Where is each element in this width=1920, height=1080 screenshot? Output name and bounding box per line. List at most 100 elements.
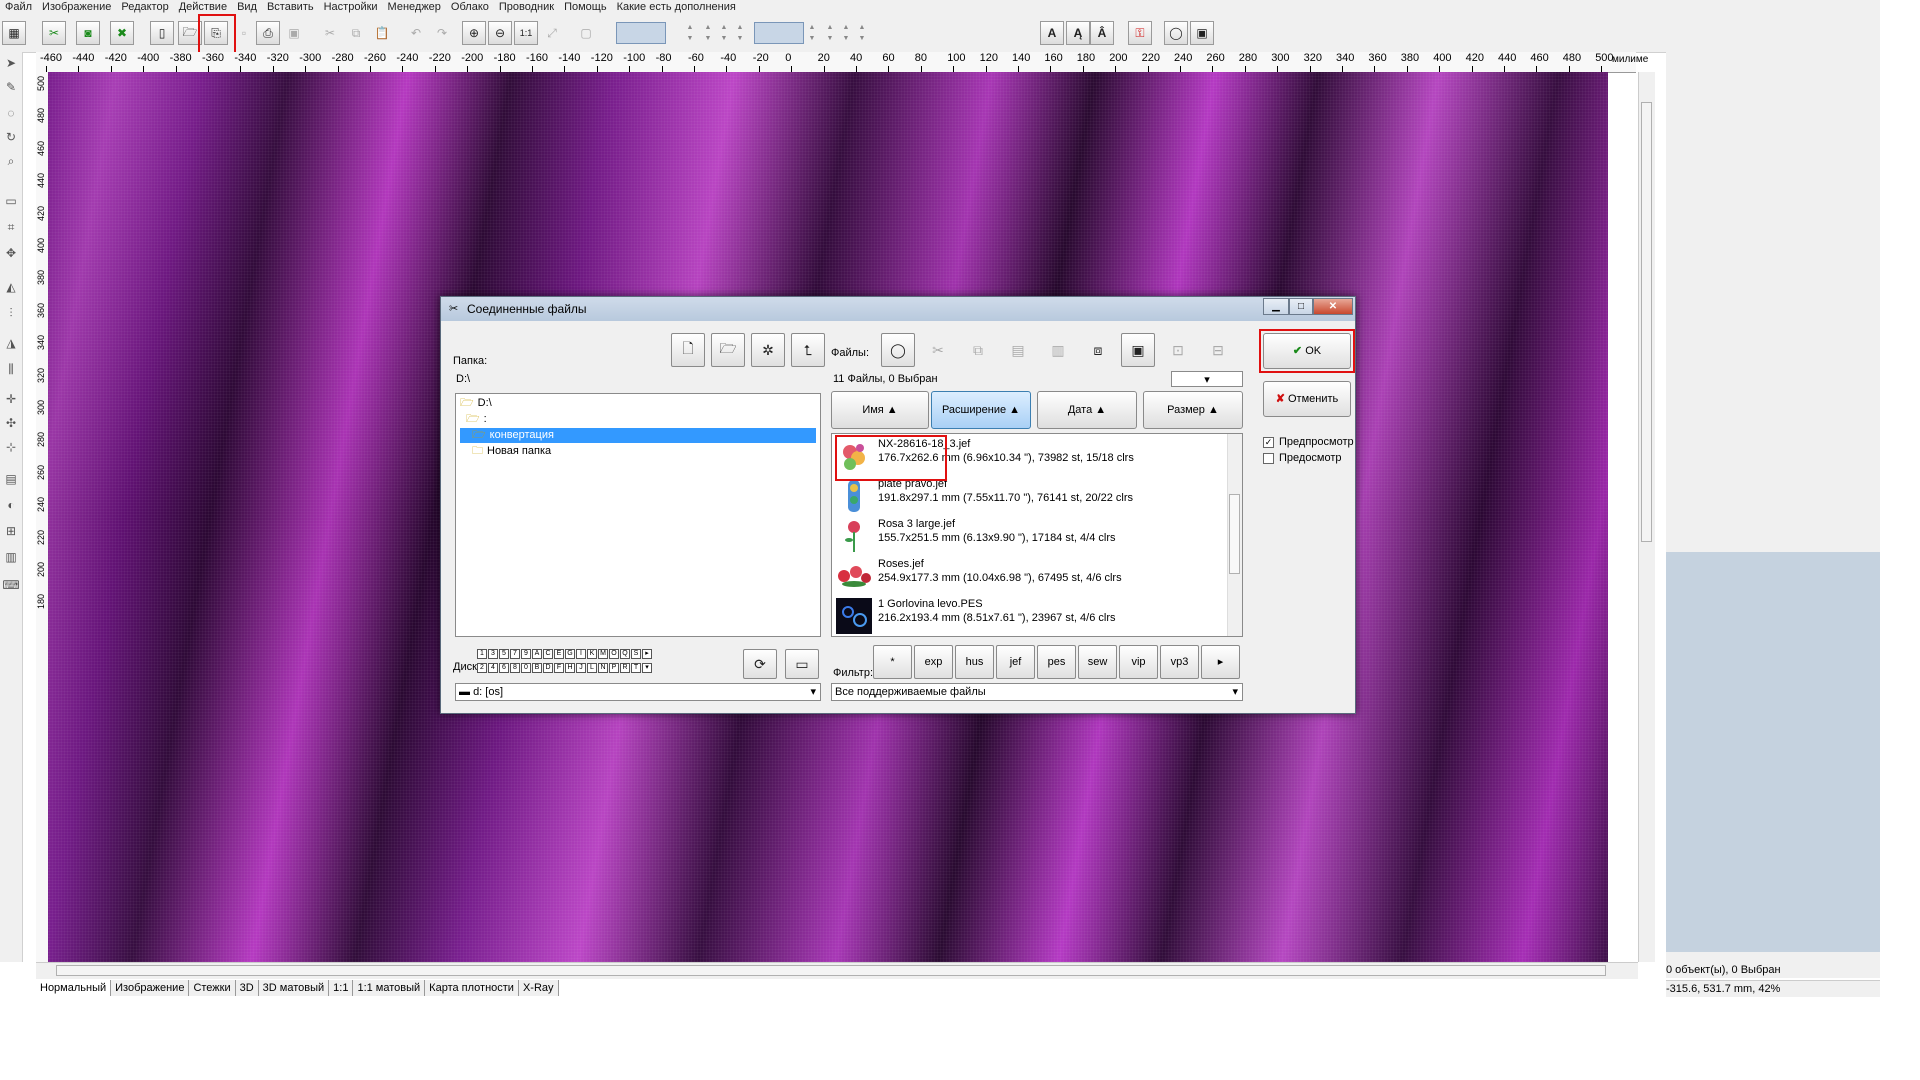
tool-3-button[interactable]: ✖ (110, 21, 134, 45)
drive-key[interactable]: C (543, 649, 553, 659)
menu-editor[interactable]: Редактор (116, 0, 173, 14)
drive-key[interactable]: 7 (510, 649, 520, 659)
height-spinner-3[interactable]: ▲ ▼ (842, 22, 850, 44)
drive-key[interactable]: H (565, 663, 575, 673)
tab-density-map[interactable]: Карта плотности (425, 980, 519, 996)
menu-view[interactable]: Вид (232, 0, 262, 14)
width-spinner-2[interactable]: ▲ ▼ (704, 22, 712, 44)
drive-key[interactable]: 0 (521, 663, 531, 673)
text-2-button[interactable]: Ą (1066, 21, 1090, 45)
sort-extension-button[interactable]: Расширение ▲ (931, 391, 1031, 429)
refresh-button[interactable]: ⟳ (743, 649, 777, 679)
node-tool[interactable]: ✎ (2, 78, 20, 96)
width-spinner-3[interactable]: ▲ ▼ (720, 22, 728, 44)
menu-settings[interactable]: Настройки (319, 0, 383, 14)
center-tool[interactable]: ✛ (2, 390, 20, 408)
height-spinner-2[interactable]: ▲ ▼ (826, 22, 834, 44)
mirror-tool[interactable]: ◭ (2, 278, 20, 296)
tab-normal[interactable]: Нормальный (36, 980, 112, 996)
drive-key[interactable]: I (576, 649, 586, 659)
file-row[interactable]: Rosa 3 large.jef 155.7x251.5 mm (6.13x9.… (834, 516, 1224, 556)
filter-button[interactable]: vip (1119, 645, 1158, 679)
minimize-button[interactable]: ▁ (1263, 298, 1289, 315)
drive-key[interactable]: L (587, 663, 597, 673)
tab-3d-matte[interactable]: 3D матовый (258, 980, 330, 996)
zoom-out-button[interactable]: ⊖ (488, 21, 512, 45)
width-spinner-4[interactable]: ▲ ▼ (736, 22, 744, 44)
close-button[interactable]: ✕ (1313, 298, 1353, 315)
save-disk-button[interactable]: ▣ (1190, 21, 1214, 45)
tab-1-1-matte[interactable]: 1:1 матовый (353, 980, 426, 996)
drive-key[interactable]: 1 (477, 649, 487, 659)
rotate-tool[interactable]: ↻ (2, 128, 20, 146)
filter-button[interactable]: ▸ (1201, 645, 1240, 679)
new-folder-button[interactable]: 🗋 (671, 333, 705, 367)
center-2-tool[interactable]: ✣ (2, 414, 20, 432)
duplicate-file-button[interactable]: ⧈ (1081, 333, 1115, 367)
drive-button[interactable]: ▭ (785, 649, 819, 679)
filter-button[interactable]: * (873, 645, 912, 679)
tool-2-button[interactable]: ◙ (76, 21, 100, 45)
preview-button[interactable]: ▣ (282, 21, 306, 45)
key-button[interactable]: ⚿ (1128, 21, 1152, 45)
tree-node-root[interactable]: 🗁 D:\ (460, 396, 492, 411)
cancel-button[interactable]: ✘ Отменить (1263, 381, 1351, 417)
tree-node-selected[interactable]: 🗁 конвертация (460, 428, 816, 443)
drive-key[interactable]: E (554, 649, 564, 659)
drive-key[interactable]: K (587, 649, 597, 659)
group-tool[interactable]: ▤ (2, 470, 20, 488)
new-button[interactable]: ▯ (150, 21, 174, 45)
drive-key[interactable]: F (554, 663, 564, 673)
sort-date-button[interactable]: Дата ▲ (1037, 391, 1137, 429)
text-3-button[interactable]: Â (1090, 21, 1114, 45)
drive-key[interactable]: N (598, 663, 608, 673)
redo-button[interactable]: ↷ (430, 21, 454, 45)
flip-tool[interactable]: ◮ (2, 334, 20, 352)
scroll-thumb[interactable] (56, 965, 1606, 976)
filter-button[interactable]: pes (1037, 645, 1076, 679)
3d-tool[interactable]: ▥ (2, 548, 20, 566)
height-spinner[interactable]: ▲ ▼ (808, 22, 816, 44)
shape-button[interactable]: ◯ (1164, 21, 1188, 45)
drive-key[interactable]: R (620, 663, 630, 673)
tab-xray[interactable]: X-Ray (518, 980, 559, 996)
sort-size-button[interactable]: Размер ▲ (1143, 391, 1243, 429)
up-folder-button[interactable]: ⮤ (791, 333, 825, 367)
star-folder-button[interactable]: ✲ (751, 333, 785, 367)
menu-addons[interactable]: Какие есть дополнения (612, 0, 741, 14)
drive-key[interactable]: 4 (488, 663, 498, 673)
filter-button[interactable]: sew (1078, 645, 1117, 679)
scroll-thumb[interactable] (1229, 494, 1240, 574)
crop-tool[interactable]: ⌗ (2, 218, 20, 236)
print-button[interactable]: ⎙ (256, 21, 280, 45)
tab-stitches[interactable]: Стежки (189, 980, 236, 996)
copy-file-button[interactable]: ⧉ (961, 333, 995, 367)
hoop-tool[interactable]: ◐ (2, 496, 20, 514)
menu-file[interactable]: Файл (0, 0, 37, 14)
drive-select[interactable]: ▬ d: [os] ▾ (455, 683, 821, 701)
tree-node[interactable]: 🗁: (466, 412, 487, 427)
zoom-1-1-button[interactable]: 1:1 (514, 21, 538, 45)
drive-key[interactable]: ▸ (642, 649, 652, 659)
tab-3d[interactable]: 3D (235, 980, 259, 996)
menu-image[interactable]: Изображение (37, 0, 116, 14)
paste-button[interactable]: 📋 (370, 21, 394, 45)
drive-key[interactable]: A (532, 649, 542, 659)
view-mode-dropdown[interactable]: ▾ (1171, 371, 1243, 387)
file-row[interactable]: plate pravo.jef 191.8x297.1 mm (7.55x11.… (834, 476, 1224, 516)
center-3-tool[interactable]: ⊹ (2, 438, 20, 456)
menu-manager[interactable]: Менеджер (383, 0, 446, 14)
preview-2-checkbox[interactable] (1263, 453, 1274, 464)
tree-node[interactable]: 🗀 Новая папка (472, 444, 551, 459)
menu-insert[interactable]: Вставить (262, 0, 319, 14)
open-folder-button[interactable]: 🗁 (711, 333, 745, 367)
lasso-tool[interactable]: ◌ (2, 104, 20, 122)
drive-key[interactable]: G (565, 649, 575, 659)
drive-key[interactable]: S (631, 649, 641, 659)
filter-button[interactable]: exp (914, 645, 953, 679)
filter-button[interactable]: hus (955, 645, 994, 679)
tab-1-1[interactable]: 1:1 (329, 980, 354, 996)
paste-file-button[interactable]: ▤ (1001, 333, 1035, 367)
height-input[interactable] (754, 22, 804, 44)
rename-file-button[interactable]: ▥ (1041, 333, 1075, 367)
